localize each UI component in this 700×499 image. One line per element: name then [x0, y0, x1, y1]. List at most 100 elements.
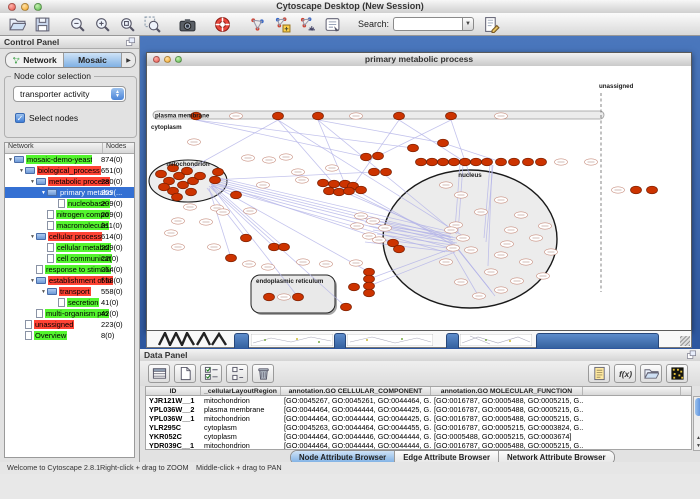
tree-row-secretion[interactable]: secretion41(0)	[5, 297, 134, 308]
table-cell[interactable]: [GO:0005488, GO:0005215, GO:0003674]	[431, 432, 583, 441]
network-node-transporter[interactable]	[334, 188, 345, 196]
network-node-transporter[interactable]	[341, 303, 352, 311]
zoom-out-button[interactable]	[68, 15, 87, 34]
network-node-transporter[interactable]	[344, 187, 355, 195]
table-cell[interactable]	[583, 396, 681, 405]
expand-arrow-icon[interactable]: ▼	[40, 289, 47, 295]
table-cell[interactable]	[583, 432, 681, 441]
tree-row-cellular-process[interactable]: ▼cellular process614(0)	[5, 231, 134, 242]
scrollbar-thumb[interactable]	[695, 398, 700, 416]
table-row-YLR295C[interactable]: YLR295Ccytoplasm[GO:0045263, GO:0044464,…	[146, 423, 691, 432]
tab-network[interactable]: Network	[6, 53, 64, 67]
table-cell[interactable]: YLR295C	[146, 423, 201, 432]
column-header-ID[interactable]: ID	[146, 387, 201, 395]
search-input[interactable]	[393, 17, 462, 31]
column-header-_cellularLayoutRegion[interactable]: _cellularLayoutRegion	[201, 387, 281, 395]
table-cell[interactable]: [GO:0016787, GO:0005488, GO:0005215, G..…	[431, 414, 583, 423]
background-window-preview[interactable]	[460, 334, 532, 346]
tree-row-mosaic-demo-yeast[interactable]: ▼mosaic-demo-yeast874(0)	[5, 154, 134, 165]
table-row-YKR052C[interactable]: YKR052Ccytoplasm[GO:0044464, GO:0044446,…	[146, 432, 691, 441]
tree-row-cellular-metabol[interactable]: cellular metabol209(0)	[5, 242, 134, 253]
float-panel-icon[interactable]	[125, 37, 136, 47]
network-node-transporter[interactable]	[273, 112, 284, 120]
network-node-transporter[interactable]	[446, 112, 457, 120]
table-cell[interactable]: [GO:0044464, GO:0044444, GO:0044444, G..…	[281, 441, 431, 450]
expand-arrow-icon[interactable]: ▼	[29, 179, 36, 185]
tab-mosaic[interactable]: Mosaic	[64, 53, 122, 67]
network-node-transporter[interactable]	[496, 158, 507, 166]
annotations-button[interactable]	[323, 15, 342, 34]
tree-row-primary-metabo[interactable]: ▼primary metabo209(...	[5, 187, 134, 198]
table-cell[interactable]	[583, 441, 681, 450]
table-cell[interactable]: [GO:0044464, GO:0044444, GO:0044425, G..…	[281, 405, 431, 414]
network-node-transporter[interactable]	[647, 186, 658, 194]
table-cell[interactable]: [GO:0045263, GO:0044464, GO:0044455, G..…	[281, 423, 431, 432]
float-panel-icon[interactable]	[686, 350, 697, 360]
table-cell[interactable]	[583, 414, 681, 423]
table-row-YPL036W__1[interactable]: YPL036W__1mitochondrion[GO:0044464, GO:0…	[146, 414, 691, 423]
table-cell[interactable]: mitochondrion	[201, 414, 281, 423]
table-cell[interactable]: [GO:0016787, GO:0005488, GO:0005215, G..…	[431, 441, 583, 450]
tree-row-response-to-stimulu[interactable]: response to stimulu264(0)	[5, 264, 134, 275]
table-cell[interactable]: mitochondrion	[201, 441, 281, 450]
network-canvas[interactable]: plasma membranecytoplasmmitochondrionnuc…	[147, 66, 691, 330]
table-row-YPL036W__2[interactable]: YPL036W__2plasma membrane[GO:0044464, GO…	[146, 405, 691, 414]
show-table-button[interactable]	[148, 364, 170, 383]
tree-row-nitrogen-compo[interactable]: nitrogen compo209(0)	[5, 209, 134, 220]
background-window-preview[interactable]	[251, 334, 333, 346]
tree-row-unassigned[interactable]: unassigned223(0)	[5, 319, 134, 330]
table-cell[interactable]: cytoplasm	[201, 432, 281, 441]
scroll-down-arrow[interactable]: ▼	[694, 442, 700, 450]
zoom-selected-region-button[interactable]	[143, 15, 162, 34]
network-node-transporter[interactable]	[349, 283, 360, 291]
network-node-transporter[interactable]	[369, 168, 380, 176]
network-node-transporter[interactable]	[231, 191, 242, 199]
tree-row-overview[interactable]: Overview8(0)	[5, 330, 134, 341]
background-window-fragment[interactable]	[536, 333, 659, 348]
unselect-attributes-button[interactable]	[226, 364, 248, 383]
network-node-transporter[interactable]	[313, 112, 324, 120]
network-node-transporter[interactable]	[364, 275, 375, 283]
tree-row-establishment-of-lo[interactable]: ▼establishment of lo558(0)	[5, 275, 134, 286]
network-node-transporter[interactable]	[394, 112, 405, 120]
window-resize-grip[interactable]	[680, 336, 690, 346]
column-header-annotation.GO CELLULAR_COMPONENT[interactable]: annotation.GO CELLULAR_COMPONENT	[281, 387, 431, 395]
table-cell[interactable]: [GO:0045267, GO:0045261, GO:0044464, G..…	[281, 396, 431, 405]
table-cell[interactable]: YJR121W__1	[146, 396, 201, 405]
network-node-transporter[interactable]	[408, 144, 419, 152]
table-cell[interactable]: plasma membrane	[201, 405, 281, 414]
select-nodes-checkbox[interactable]: ✓	[15, 113, 25, 123]
network-node-transporter[interactable]	[279, 243, 290, 251]
table-cell[interactable]: YPL036W__1	[146, 414, 201, 423]
network-node-transporter[interactable]	[226, 254, 237, 262]
create-network-view-button[interactable]	[273, 15, 292, 34]
network-node-transporter[interactable]	[394, 245, 405, 253]
tree-column-nodes[interactable]: Nodes	[103, 143, 134, 153]
network-node-transporter[interactable]	[364, 282, 375, 290]
attribute-editor-button[interactable]	[482, 15, 501, 34]
search-dropdown-arrow[interactable]: ▼	[462, 17, 474, 31]
column-header-empty[interactable]	[583, 387, 681, 395]
network-node-transporter[interactable]	[156, 170, 167, 178]
zoom-in-button[interactable]	[93, 15, 112, 34]
table-cell[interactable]: [GO:0016787, GO:0005488, GO:0005215, G..…	[431, 405, 583, 414]
table-cell[interactable]: cytoplasm	[201, 423, 281, 432]
network-node-transporter[interactable]	[471, 158, 482, 166]
network-node-transporter[interactable]	[178, 181, 189, 189]
table-cell[interactable]	[583, 405, 681, 414]
column-header-annotation.GO MOLECULAR_FUNCTION[interactable]: annotation.GO MOLECULAR_FUNCTION	[431, 387, 583, 395]
network-node-transporter[interactable]	[356, 186, 367, 194]
network-node-transporter[interactable]	[324, 187, 335, 195]
table-cell[interactable]: YPL036W__2	[146, 405, 201, 414]
network-node-transporter[interactable]	[438, 139, 449, 147]
network-node-transporter[interactable]	[159, 183, 170, 191]
network-node-transporter[interactable]	[186, 188, 197, 196]
network-node-transporter[interactable]	[523, 158, 534, 166]
matrix-view-button[interactable]	[666, 364, 688, 383]
network-node-transporter[interactable]	[631, 186, 642, 194]
tree-row-metabolic-process[interactable]: ▼metabolic process280(0)	[5, 176, 134, 187]
table-row-YDR039C__1[interactable]: YDR039C__1mitochondrion[GO:0044464, GO:0…	[146, 441, 691, 450]
table-cell[interactable]: mitochondrion	[201, 396, 281, 405]
network-node-transporter[interactable]	[427, 158, 438, 166]
network-node-transporter[interactable]	[269, 243, 280, 251]
